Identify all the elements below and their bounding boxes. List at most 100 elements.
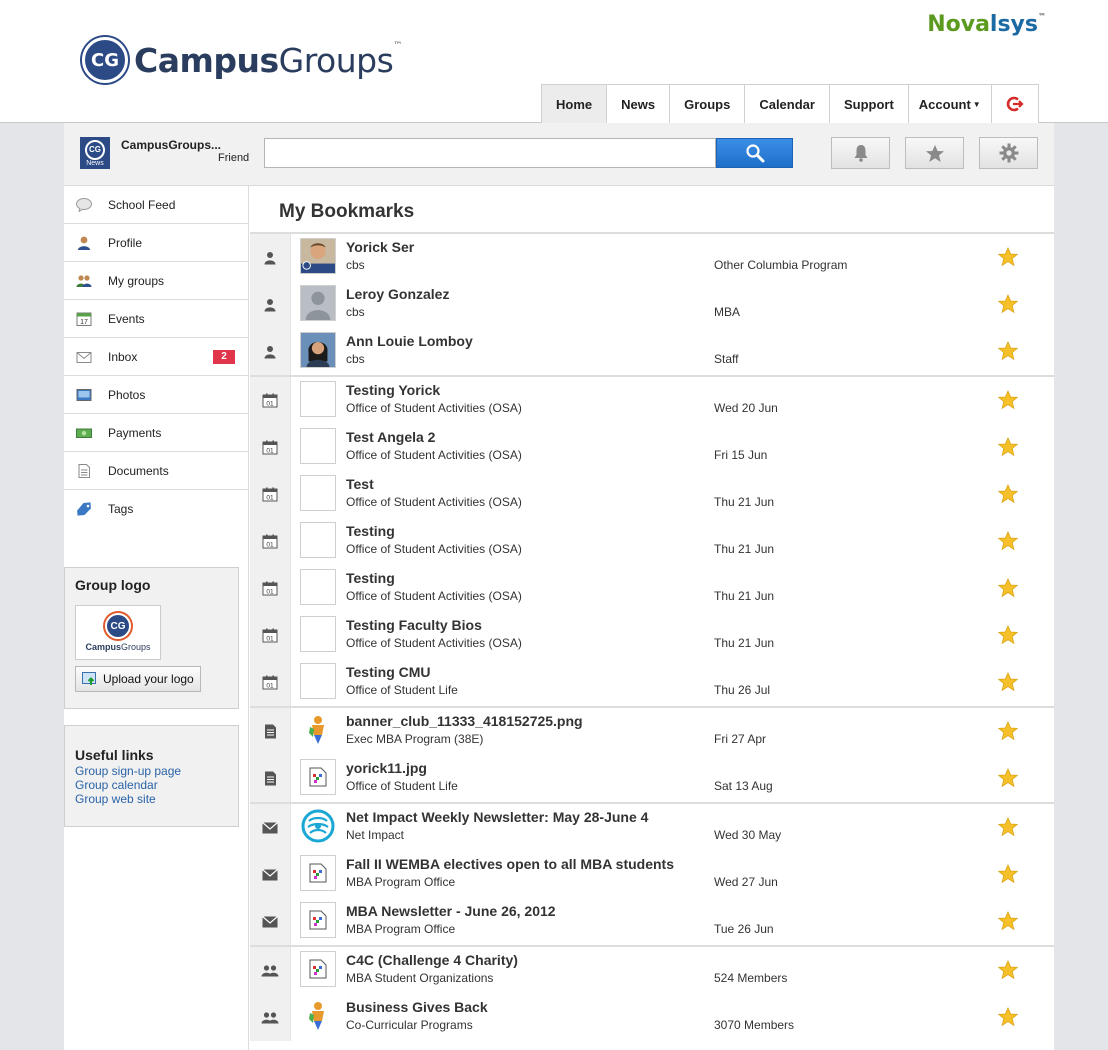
bookmark-row[interactable]: Yorick Ser cbs Other Columbia Program [250, 234, 1054, 281]
campusgroups-logo[interactable]: CG CampusGroups™ [82, 37, 402, 83]
search-input[interactable] [264, 138, 716, 168]
tab-groups[interactable]: Groups [670, 85, 746, 123]
default-avatar-icon[interactable] [300, 285, 336, 321]
bookmark-title[interactable]: yorick11.jpg [346, 760, 427, 776]
bookmark-row[interactable]: 01 Testing CMU Office of Student Life Thu 2… [250, 659, 1054, 706]
upload-logo-button[interactable]: Upload your logo [75, 666, 201, 692]
bookmark-title[interactable]: Fall II WEMBA electives open to all MBA … [346, 856, 674, 872]
bookmark-row[interactable]: yorick11.jpg Office of Student Life Sat 13… [250, 755, 1054, 802]
broken-image-icon[interactable] [300, 759, 336, 795]
bookmark-title[interactable]: Test Angela 2 [346, 429, 435, 445]
bookmark-row[interactable]: C4C (Challenge 4 Charity) MBA Student Org… [250, 947, 1054, 994]
search-button[interactable] [716, 138, 793, 168]
bookmark-star-icon[interactable] [997, 247, 1019, 267]
blank-thumbnail[interactable] [300, 381, 336, 417]
tab-calendar[interactable]: Calendar [745, 85, 830, 123]
bookmark-row[interactable]: 01 Test Office of Student Activities (OSA)… [250, 471, 1054, 518]
bookmark-star-icon[interactable] [997, 1007, 1019, 1027]
bookmark-title[interactable]: Business Gives Back [346, 999, 488, 1015]
sidebar-item-photos[interactable]: Photos [64, 376, 248, 414]
blank-thumbnail[interactable] [300, 569, 336, 605]
bookmark-star-icon[interactable] [997, 484, 1019, 504]
top-navigation: Home News Groups Calendar Support Accoun… [541, 84, 1039, 123]
link-group-website[interactable]: Group web site [75, 792, 238, 806]
sidebar-item-payments[interactable]: Payments [64, 414, 248, 452]
avatar[interactable]: CG News [80, 137, 110, 169]
settings-button[interactable] [979, 137, 1038, 169]
bookmarks-button[interactable] [905, 137, 964, 169]
bookmark-title[interactable]: C4C (Challenge 4 Charity) [346, 952, 518, 968]
notifications-button[interactable] [831, 137, 890, 169]
sidebar-item-profile[interactable]: Profile [64, 224, 248, 262]
broken-image-icon[interactable] [300, 855, 336, 891]
bookmark-title[interactable]: Ann Louie Lomboy [346, 333, 473, 349]
bookmark-star-icon[interactable] [997, 672, 1019, 692]
bookmark-row[interactable]: 01 Testing Faculty Bios Office of Student … [250, 612, 1054, 659]
bookmark-star-icon[interactable] [997, 437, 1019, 457]
figure-icon[interactable] [300, 998, 336, 1034]
logout-button[interactable] [992, 85, 1038, 123]
profile-photo[interactable] [300, 332, 336, 368]
tab-home[interactable]: Home [542, 85, 608, 123]
bookmark-star-icon[interactable] [997, 911, 1019, 931]
bookmark-title[interactable]: Leroy Gonzalez [346, 286, 449, 302]
bookmark-star-icon[interactable] [997, 390, 1019, 410]
calendar-icon: 01 [250, 424, 291, 471]
figure-icon[interactable] [300, 712, 336, 748]
broken-image-icon[interactable] [300, 902, 336, 938]
user-name[interactable]: CampusGroups... [121, 138, 221, 152]
bookmark-row[interactable]: Net Impact Weekly Newsletter: May 28-Jun… [250, 804, 1054, 851]
bookmark-star-icon[interactable] [997, 721, 1019, 741]
sidebar-item-inbox[interactable]: Inbox 2 [64, 338, 248, 376]
bookmark-title[interactable]: Testing Faculty Bios [346, 617, 482, 633]
tab-support[interactable]: Support [830, 85, 909, 123]
sidebar-item-tags[interactable]: Tags [64, 490, 248, 528]
bookmark-star-icon[interactable] [997, 768, 1019, 788]
bookmark-title[interactable]: banner_club_11333_418152725.png [346, 713, 583, 729]
bookmark-star-icon[interactable] [997, 531, 1019, 551]
blank-thumbnail[interactable] [300, 475, 336, 511]
blank-thumbnail[interactable] [300, 428, 336, 464]
bookmark-title[interactable]: Testing [346, 570, 395, 586]
bookmark-star-icon[interactable] [997, 960, 1019, 980]
bookmark-row[interactable]: Leroy Gonzalez cbs MBA [250, 281, 1054, 328]
bookmark-title[interactable]: Testing [346, 523, 395, 539]
bookmark-title[interactable]: Test [346, 476, 374, 492]
bookmark-row[interactable]: 01 Testing Office of Student Activities (O… [250, 518, 1054, 565]
bookmark-row[interactable]: MBA Newsletter - June 26, 2012 MBA Progra… [250, 898, 1054, 945]
bookmark-row[interactable]: Business Gives Back Co-Curricular Program… [250, 994, 1054, 1041]
bookmark-title[interactable]: Net Impact Weekly Newsletter: May 28-Jun… [346, 809, 648, 825]
bookmark-star-icon[interactable] [997, 341, 1019, 361]
blank-thumbnail[interactable] [300, 522, 336, 558]
bookmark-row[interactable]: Fall II WEMBA electives open to all MBA … [250, 851, 1054, 898]
bookmark-title[interactable]: Yorick Ser [346, 239, 414, 255]
link-group-calendar[interactable]: Group calendar [75, 778, 238, 792]
tab-news[interactable]: News [607, 85, 671, 123]
bookmark-title[interactable]: MBA Newsletter - June 26, 2012 [346, 903, 556, 919]
novalsys-logo[interactable]: Novalsys™ [927, 12, 1046, 37]
person-icon [250, 281, 291, 328]
bookmark-title[interactable]: Testing Yorick [346, 382, 440, 398]
sidebar-item-my-groups[interactable]: My groups [64, 262, 248, 300]
bookmark-row[interactable]: 01 Testing Yorick Office of Student Activi… [250, 377, 1054, 424]
sidebar-item-events[interactable]: 17 Events [64, 300, 248, 338]
bookmark-star-icon[interactable] [997, 625, 1019, 645]
net-impact-logo[interactable] [300, 808, 336, 844]
link-group-signup[interactable]: Group sign-up page [75, 764, 238, 778]
sidebar-item-school-feed[interactable]: School Feed [64, 186, 248, 224]
bookmark-row[interactable]: banner_club_11333_418152725.png Exec MBA … [250, 708, 1054, 755]
blank-thumbnail[interactable] [300, 663, 336, 699]
sidebar-item-documents[interactable]: Documents [64, 452, 248, 490]
bookmark-row[interactable]: 01 Test Angela 2 Office of Student Activit… [250, 424, 1054, 471]
bookmark-star-icon[interactable] [997, 294, 1019, 314]
profile-photo[interactable] [300, 238, 336, 274]
tab-account[interactable]: Account ▼ [909, 85, 992, 123]
bookmark-star-icon[interactable] [997, 864, 1019, 884]
broken-image-icon[interactable] [300, 951, 336, 987]
bookmark-row[interactable]: 01 Testing Office of Student Activities (O… [250, 565, 1054, 612]
bookmark-star-icon[interactable] [997, 817, 1019, 837]
bookmark-star-icon[interactable] [997, 578, 1019, 598]
bookmark-title[interactable]: Testing CMU [346, 664, 431, 680]
blank-thumbnail[interactable] [300, 616, 336, 652]
bookmark-row[interactable]: Ann Louie Lomboy cbs Staff [250, 328, 1054, 375]
